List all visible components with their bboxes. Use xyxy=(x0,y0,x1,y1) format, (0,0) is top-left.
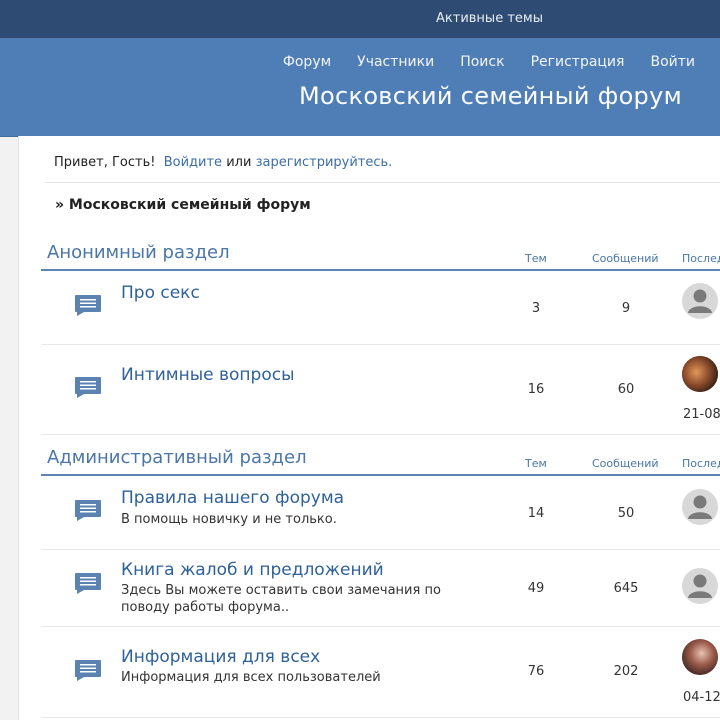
nav-login[interactable]: Войти xyxy=(650,54,695,70)
site-title[interactable]: Московский семейный форум xyxy=(299,82,682,110)
top-bar: Активные темы xyxy=(0,0,720,38)
row-divider xyxy=(41,717,720,718)
greeting-or: или xyxy=(226,155,252,170)
site-header: Форум Участники Поиск Регистрация Войти … xyxy=(0,38,720,137)
col-header-last: Послед xyxy=(682,252,720,265)
last-post-date: 04-12 xyxy=(683,690,720,705)
divider xyxy=(45,182,720,183)
avatar[interactable] xyxy=(682,283,718,319)
avatar[interactable] xyxy=(682,489,718,525)
col-header-last: Послед xyxy=(682,457,720,470)
forum-icon xyxy=(75,660,101,681)
forum-title[interactable]: Правила нашего форума xyxy=(121,488,344,508)
nav-search[interactable]: Поиск xyxy=(460,54,504,70)
col-header-posts: Сообщений xyxy=(592,457,659,470)
avatar[interactable] xyxy=(682,356,718,392)
topic-count: 76 xyxy=(527,664,545,679)
forum-description: Информация для всех пользователей xyxy=(121,670,381,685)
forum-icon xyxy=(75,377,101,398)
col-header-posts: Сообщений xyxy=(592,252,659,265)
row-divider xyxy=(41,344,720,345)
topic-count: 3 xyxy=(531,301,541,316)
section-title-anonymous[interactable]: Анонимный раздел xyxy=(47,242,230,263)
main-nav: Форум Участники Поиск Регистрация Войти xyxy=(257,54,695,70)
nav-forum[interactable]: Форум xyxy=(283,54,331,70)
section-line xyxy=(41,474,720,476)
nav-members[interactable]: Участники xyxy=(357,54,434,70)
row-divider xyxy=(41,549,720,550)
row-divider xyxy=(41,626,720,627)
last-post-date: 21-08 xyxy=(683,407,720,422)
forum-icon xyxy=(75,500,101,521)
forum-icon xyxy=(75,573,101,594)
forum-title[interactable]: Информация для всех xyxy=(121,647,320,667)
topic-count: 16 xyxy=(527,382,545,397)
forum-title[interactable]: Книга жалоб и предложений xyxy=(121,560,384,580)
post-count: 202 xyxy=(613,664,639,679)
post-count: 50 xyxy=(617,506,635,521)
section-line xyxy=(41,269,720,271)
post-count: 9 xyxy=(621,301,631,316)
register-link[interactable]: зарегистрируйтесь. xyxy=(256,155,393,170)
forum-description: Здесь Вы можете оставить свои замечания … xyxy=(121,583,441,615)
active-topics-link[interactable]: Активные темы xyxy=(436,11,543,26)
breadcrumb[interactable]: » Московский семейный форум xyxy=(55,197,311,213)
forum-panel: Привет, Гость! Войдите или зарегистрируй… xyxy=(18,136,720,720)
topic-count: 49 xyxy=(527,581,545,596)
forum-title[interactable]: Интимные вопросы xyxy=(121,365,295,385)
login-link[interactable]: Войдите xyxy=(164,155,222,170)
greeting-hello: Привет, Гость! xyxy=(54,155,156,170)
nav-register[interactable]: Регистрация xyxy=(531,54,625,70)
avatar[interactable] xyxy=(682,568,718,604)
post-count: 60 xyxy=(617,382,635,397)
forum-title[interactable]: Про секс xyxy=(121,283,200,303)
greeting: Привет, Гость! Войдите или зарегистрируй… xyxy=(54,155,392,170)
forum-icon xyxy=(75,295,101,316)
post-count: 645 xyxy=(613,581,639,596)
section-title-admin[interactable]: Административный раздел xyxy=(47,447,307,468)
avatar[interactable] xyxy=(682,639,718,675)
forum-description: В помощь новичку и не только. xyxy=(121,512,337,527)
col-header-topics: Тем xyxy=(525,457,547,470)
row-divider xyxy=(41,434,720,435)
topic-count: 14 xyxy=(527,506,545,521)
col-header-topics: Тем xyxy=(525,252,547,265)
